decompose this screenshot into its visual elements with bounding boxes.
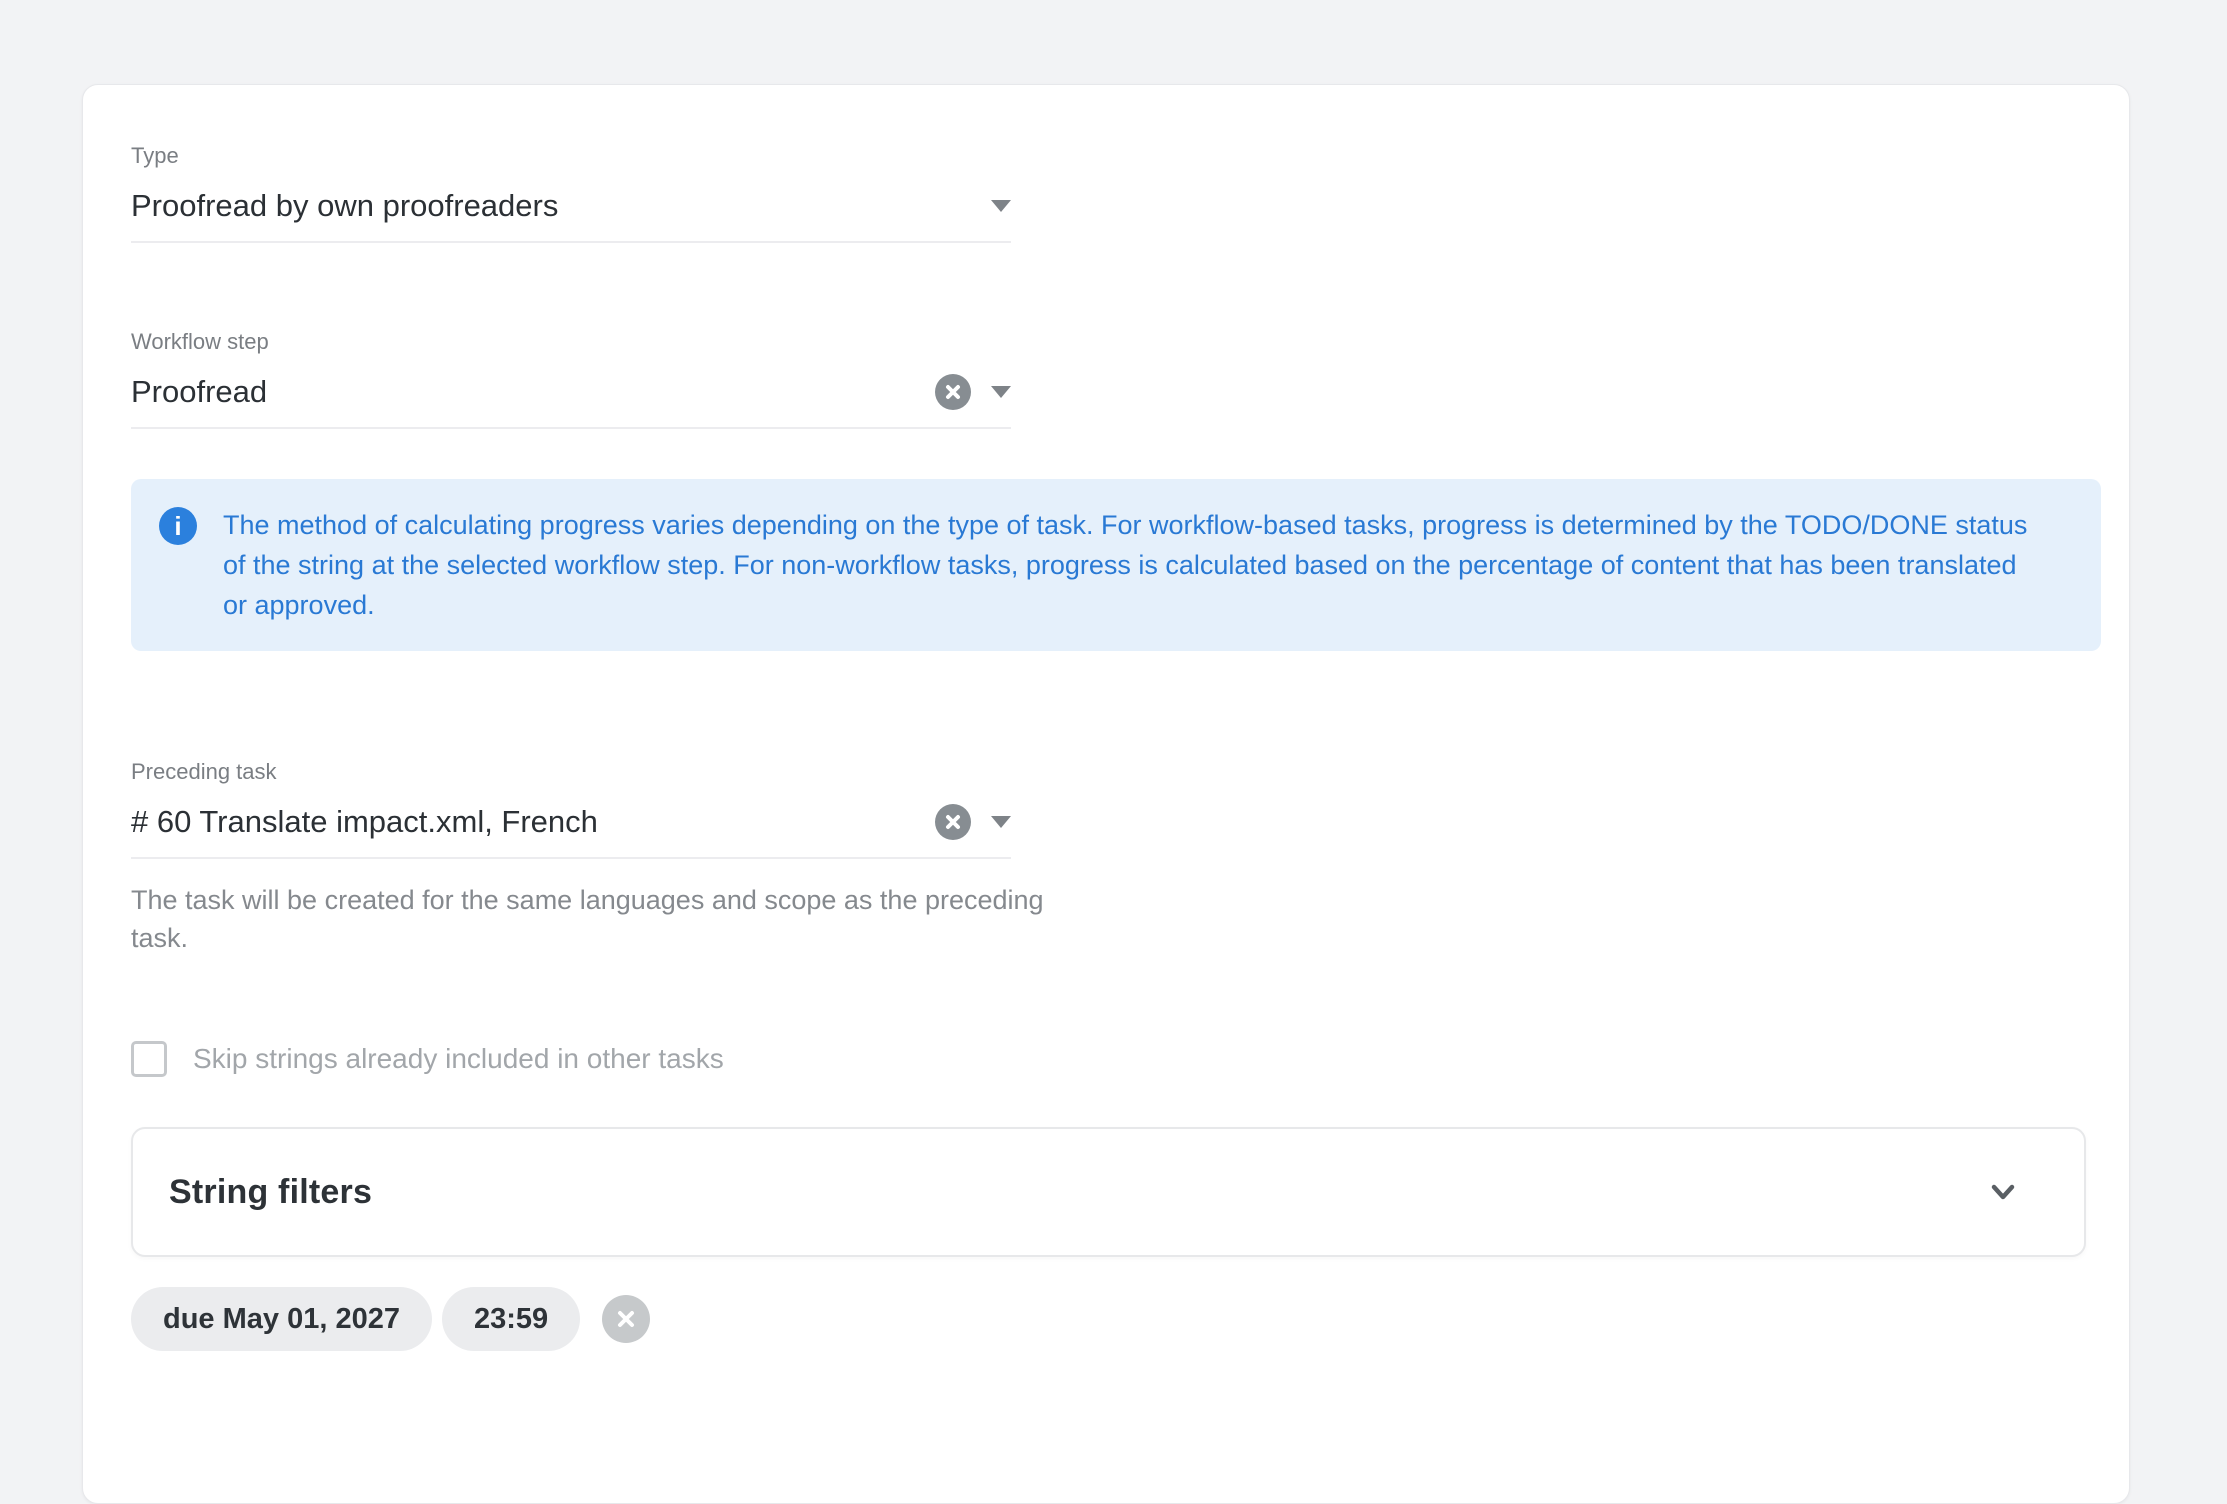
- string-filters-title: String filters: [169, 1173, 372, 1212]
- type-select[interactable]: Proofread by own proofreaders: [131, 185, 1011, 243]
- task-form-content: Type Proofread by own proofreaders Workf…: [83, 85, 2129, 1351]
- preceding-task-label: Preceding task: [131, 759, 1011, 785]
- remove-due-date-button[interactable]: [602, 1295, 650, 1343]
- due-time-chip[interactable]: 23:59: [442, 1287, 580, 1351]
- skip-strings-checkbox-row: Skip strings already included in other t…: [131, 1041, 2081, 1077]
- clear-x-icon: [944, 383, 962, 401]
- type-select-value: Proofread by own proofreaders: [131, 185, 991, 227]
- workflow-step-clear-button[interactable]: [935, 374, 971, 410]
- progress-info-banner: i The method of calculating progress var…: [131, 479, 2101, 651]
- workflow-step-select[interactable]: Proofread: [131, 371, 1011, 429]
- workflow-step-label: Workflow step: [131, 329, 1011, 355]
- preceding-task-helper-text: The task will be created for the same la…: [131, 881, 1061, 957]
- due-date-chip[interactable]: due May 01, 2027: [131, 1287, 432, 1351]
- caret-down-icon[interactable]: [991, 386, 1011, 398]
- workflow-step-value: Proofread: [131, 371, 935, 413]
- preceding-task-clear-button[interactable]: [935, 804, 971, 840]
- chevron-down-icon[interactable]: [1984, 1173, 2022, 1211]
- due-date-chips-row: due May 01, 2027 23:59: [131, 1287, 2081, 1351]
- clear-x-icon: [944, 813, 962, 831]
- checkbox-unchecked-icon: [131, 1041, 167, 1077]
- preceding-task-value: # 60 Translate impact.xml, French: [131, 801, 935, 843]
- type-field: Type Proofread by own proofreaders: [131, 143, 1011, 243]
- caret-down-icon[interactable]: [991, 816, 1011, 828]
- workflow-step-field: Workflow step Proofread: [131, 329, 1011, 429]
- close-x-icon: [615, 1308, 637, 1330]
- caret-down-icon[interactable]: [991, 200, 1011, 212]
- progress-info-text: The method of calculating progress varie…: [223, 505, 2043, 625]
- type-field-label: Type: [131, 143, 1011, 169]
- skip-strings-checkbox-label: Skip strings already included in other t…: [193, 1043, 724, 1075]
- task-form-card: Type Proofread by own proofreaders Workf…: [82, 84, 2130, 1504]
- preceding-task-select[interactable]: # 60 Translate impact.xml, French: [131, 801, 1011, 859]
- string-filters-panel-header[interactable]: String filters: [131, 1127, 2086, 1257]
- info-icon: i: [159, 507, 197, 545]
- preceding-task-field: Preceding task # 60 Translate impact.xml…: [131, 759, 1011, 859]
